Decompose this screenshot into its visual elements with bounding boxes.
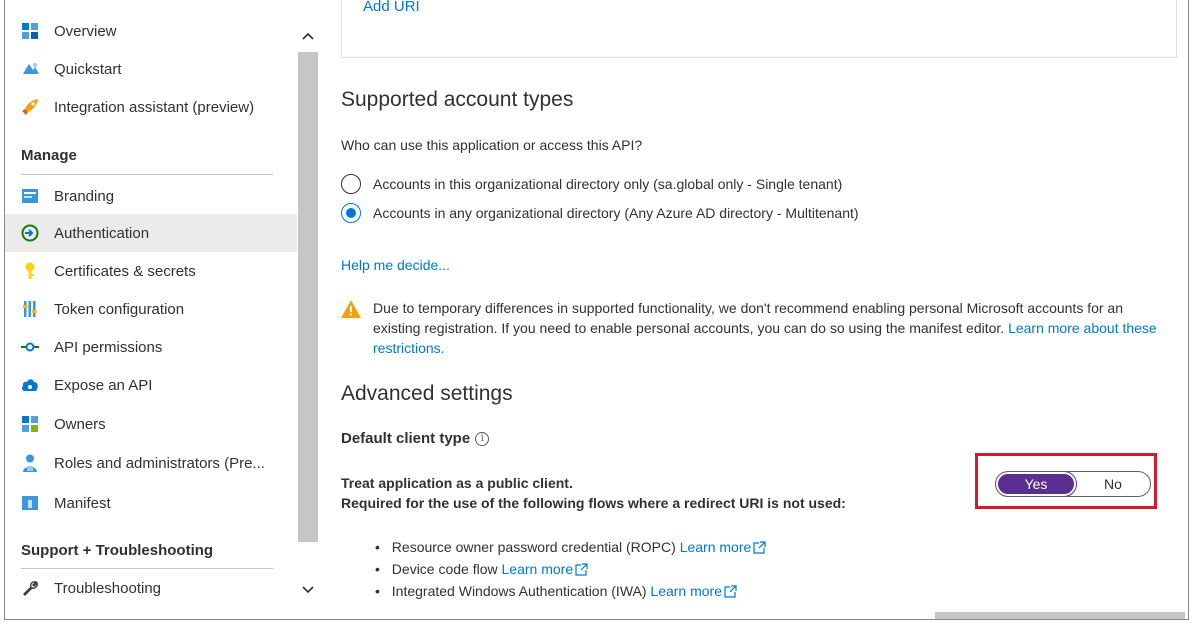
manage-section-title: Manage xyxy=(21,147,77,164)
api-permissions-icon xyxy=(21,338,39,356)
treat-line: Treat application as a public client. xyxy=(341,475,573,491)
sidebar-item-label: Branding xyxy=(54,187,115,205)
rocket-icon xyxy=(21,98,39,116)
owners-icon xyxy=(21,415,39,433)
list-item: Resource owner password credential (ROPC… xyxy=(375,537,766,559)
sidebar-item-authentication[interactable]: Authentication xyxy=(5,214,297,252)
add-uri-link[interactable]: Add URI xyxy=(363,0,420,15)
sidebar-item-label: Certificates & secrets xyxy=(54,262,196,280)
sidebar-item-troubleshooting[interactable]: Troubleshooting xyxy=(5,569,297,607)
sidebar-item-integration-assistant[interactable]: Integration assistant (preview) xyxy=(5,88,297,126)
key-icon xyxy=(21,262,39,280)
warning-icon xyxy=(341,300,361,318)
radio-label: Accounts in this organizational director… xyxy=(373,176,843,192)
sidebar-item-label: Expose an API xyxy=(54,376,153,394)
sidebar-item-label: Owners xyxy=(54,415,106,433)
sidebar-item-label: Overview xyxy=(54,22,117,40)
flow-text: Device code flow xyxy=(391,561,498,577)
info-icon[interactable]: i xyxy=(475,431,490,446)
flow-text: Integrated Windows Authentication (IWA) xyxy=(391,583,647,599)
wrench-icon xyxy=(21,579,39,597)
divider xyxy=(21,174,273,175)
quickstart-icon xyxy=(21,60,39,78)
default-client-type-text: Default client type xyxy=(341,430,471,447)
sidebar: Overview Quickstart Integration assistan… xyxy=(5,0,297,619)
list-item: Integrated Windows Authentication (IWA) … xyxy=(375,581,766,603)
sidebar-item-branding[interactable]: Branding xyxy=(5,177,297,215)
roles-icon xyxy=(21,454,39,472)
scroll-up-icon[interactable] xyxy=(298,26,318,46)
help-me-decide-link[interactable]: Help me decide... xyxy=(341,257,450,273)
radio-single-tenant[interactable]: Accounts in this organizational director… xyxy=(341,174,842,194)
sidebar-item-label: Integration assistant (preview) xyxy=(54,98,255,116)
sidebar-item-label: Quickstart xyxy=(54,60,122,78)
sidebar-item-label: Troubleshooting xyxy=(54,579,162,597)
sidebar-item-manifest[interactable]: Manifest xyxy=(5,484,297,522)
sidebar-item-label: Roles and administrators (Pre... xyxy=(54,454,265,472)
app-frame: Overview Quickstart Integration assistan… xyxy=(4,0,1189,620)
sidebar-item-label: Token configuration xyxy=(54,300,185,318)
sidebar-item-label: Manifest xyxy=(54,494,111,512)
treat-line: Required for the use of the following fl… xyxy=(341,495,846,511)
branding-icon xyxy=(21,187,39,205)
sidebar-item-quickstart[interactable]: Quickstart xyxy=(5,50,297,88)
sidebar-item-overview[interactable]: Overview xyxy=(5,12,297,50)
list-item: Device code flow Learn more xyxy=(375,559,766,581)
advanced-settings-heading: Advanced settings xyxy=(341,382,513,405)
external-link-icon xyxy=(753,539,766,559)
radio-label: Accounts in any organizational directory… xyxy=(373,205,859,221)
public-client-description: Treat application as a public client. Re… xyxy=(341,473,846,513)
sidebar-item-roles-administrators[interactable]: Roles and administrators (Pre... xyxy=(5,444,297,482)
flow-text: Resource owner password credential (ROPC… xyxy=(391,539,676,555)
sidebar-item-token-configuration[interactable]: Token configuration xyxy=(5,290,297,328)
sidebar-item-certificates[interactable]: Certificates & secrets xyxy=(5,252,297,290)
external-link-icon xyxy=(724,583,737,603)
learn-more-link[interactable]: Learn more xyxy=(680,539,752,555)
support-section-title: Support + Troubleshooting xyxy=(21,542,214,559)
supported-account-types-heading: Supported account types xyxy=(341,88,574,111)
account-question: Who can use this application or access t… xyxy=(341,137,643,153)
manifest-icon xyxy=(21,494,39,512)
public-client-toggle[interactable]: Yes No xyxy=(995,471,1151,497)
sidebar-item-label: API permissions xyxy=(54,338,163,356)
radio-button[interactable] xyxy=(341,174,361,194)
radio-button-selected[interactable] xyxy=(341,203,361,223)
scroll-down-icon[interactable] xyxy=(298,580,318,600)
flows-list: Resource owner password credential (ROPC… xyxy=(375,537,766,603)
learn-more-link[interactable]: Learn more xyxy=(650,583,722,599)
authentication-icon xyxy=(21,224,39,242)
cloud-icon xyxy=(21,376,39,394)
horizontal-scrollbar-thumb[interactable] xyxy=(935,612,1185,619)
sidebar-item-label: Authentication xyxy=(54,224,150,242)
toggle-no-option[interactable]: No xyxy=(1076,472,1150,496)
redirect-uri-card xyxy=(341,0,1177,58)
radio-multitenant[interactable]: Accounts in any organizational directory… xyxy=(341,203,859,223)
warning-message: Due to temporary differences in supporte… xyxy=(341,298,1161,358)
sidebar-item-api-permissions[interactable]: API permissions xyxy=(5,328,297,366)
learn-more-link[interactable]: Learn more xyxy=(502,561,574,577)
default-client-type-label: Default client type i xyxy=(341,430,490,447)
external-link-icon xyxy=(575,561,588,581)
sidebar-item-expose-api[interactable]: Expose an API xyxy=(5,366,297,404)
main-content: Add URI Supported account types Who can … xyxy=(319,0,1188,619)
sidebar-item-owners[interactable]: Owners xyxy=(5,405,297,443)
token-config-icon xyxy=(21,300,39,318)
overview-icon xyxy=(21,22,39,40)
toggle-yes-option[interactable]: Yes xyxy=(996,472,1076,496)
scrollbar-thumb[interactable] xyxy=(298,52,318,542)
